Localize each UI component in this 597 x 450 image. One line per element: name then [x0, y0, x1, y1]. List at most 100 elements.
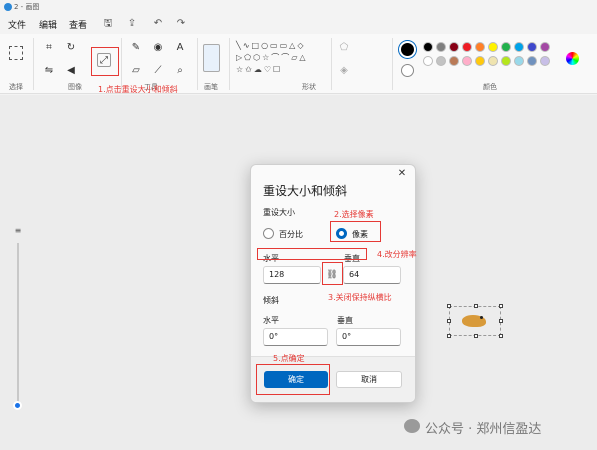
select-icon[interactable]: [9, 46, 23, 60]
palette-swatch[interactable]: [501, 56, 511, 66]
undo-icon[interactable]: ↶: [151, 17, 165, 31]
annotation-box-resolution: [257, 248, 367, 260]
divider: [121, 38, 122, 90]
color-palette[interactable]: [423, 42, 563, 82]
palette-swatch[interactable]: [514, 56, 524, 66]
menu-edit[interactable]: 编辑: [39, 18, 57, 31]
group-label-shapes: 形状: [302, 83, 316, 91]
zoom-slider-track[interactable]: [17, 243, 19, 403]
annotation-step1: 1.点击重设大小和倾斜: [98, 85, 178, 94]
edit-colors-icon[interactable]: [566, 52, 579, 65]
redo-icon[interactable]: ↷: [174, 17, 188, 31]
palette-swatch[interactable]: [449, 42, 459, 52]
resize-handle[interactable]: [474, 304, 478, 308]
menu-file[interactable]: 文件: [8, 18, 26, 31]
crop-icon[interactable]: ⌗: [42, 41, 56, 55]
zoom-slider-thumb[interactable]: [13, 401, 22, 410]
height-input[interactable]: 64: [343, 266, 401, 284]
resize-label: 重设大小: [263, 208, 295, 217]
percent-radio[interactable]: [263, 228, 274, 239]
annotation-box-link: [322, 262, 343, 285]
save-icon[interactable]: 🖫: [101, 17, 115, 31]
menu-view[interactable]: 查看: [69, 18, 87, 31]
divider: [33, 38, 34, 90]
palette-swatch[interactable]: [462, 56, 472, 66]
ribbon-toolbar: 选择 ⌗ ↻ ⇋ ◀ ⤢ 图像 ✎ ◉ A ▱ ⟋ ⌕ 工具 画笔 ╲∿□○▭▭…: [0, 34, 597, 94]
annotation-box-resize: [91, 47, 119, 76]
outline-icon: ⬠: [339, 42, 349, 53]
divider: [392, 38, 393, 90]
canvas-selection[interactable]: [447, 304, 503, 338]
group-label-image: 图像: [68, 83, 82, 91]
palette-swatch[interactable]: [436, 42, 446, 52]
resize-handle[interactable]: [499, 334, 503, 338]
divider: [197, 38, 198, 90]
divider: [229, 38, 230, 90]
skew-vertical-label: 垂直: [337, 316, 353, 325]
flip-icon[interactable]: ⇋: [42, 64, 56, 78]
window-title: 2 - 画图: [14, 3, 40, 11]
percent-label: 百分比: [279, 230, 303, 239]
resize-handle[interactable]: [447, 304, 451, 308]
resize-handle[interactable]: [447, 334, 451, 338]
fill-icon[interactable]: ◉: [151, 41, 165, 55]
eraser-icon[interactable]: ▱: [129, 64, 143, 78]
skew-horizontal-label: 水平: [263, 316, 279, 325]
annotation-step5: 5.点确定: [273, 354, 305, 363]
color-picker-icon[interactable]: ⟋: [151, 64, 165, 78]
dialog-title: 重设大小和倾斜: [263, 184, 348, 198]
annotation-step2: 2.选择像素: [334, 210, 374, 219]
watermark-text: 公众号 · 郑州信盈达: [425, 422, 542, 437]
zoom-icon: ≡: [14, 226, 22, 235]
group-label-brush: 画笔: [204, 83, 218, 91]
fill-shape-icon: ◈: [340, 65, 348, 76]
menu-bar: 文件 编辑 查看 🖫 ⇪ ↶ ↷: [0, 14, 597, 34]
color-2-swatch[interactable]: [401, 64, 414, 77]
flip-direction-icon[interactable]: ◀: [64, 64, 78, 78]
resize-handle[interactable]: [474, 334, 478, 338]
resize-handle[interactable]: [499, 304, 503, 308]
palette-swatch[interactable]: [475, 56, 485, 66]
palette-swatch[interactable]: [488, 42, 498, 52]
annotation-box-ok: [256, 364, 330, 395]
color-1-swatch[interactable]: [399, 41, 416, 58]
cancel-button[interactable]: 取消: [336, 371, 402, 388]
title-bar: 2 - 画图: [0, 0, 597, 14]
palette-swatch[interactable]: [423, 56, 433, 66]
palette-swatch[interactable]: [527, 42, 537, 52]
palette-swatch[interactable]: [423, 42, 433, 52]
annotation-step3: 3.关闭保持纵横比: [328, 293, 392, 302]
palette-swatch[interactable]: [527, 56, 537, 66]
rotate-icon[interactable]: ↻: [64, 41, 78, 55]
bird-eye: [480, 316, 483, 319]
resize-handle[interactable]: [499, 319, 503, 323]
group-label-select: 选择: [9, 83, 23, 91]
watermark-logo: [404, 419, 420, 433]
annotation-step4: 4.改分辨率: [377, 250, 417, 259]
palette-swatch[interactable]: [475, 42, 485, 52]
palette-swatch[interactable]: [436, 56, 446, 66]
brush-icon[interactable]: [203, 44, 220, 72]
palette-swatch[interactable]: [540, 56, 550, 66]
resize-handle[interactable]: [447, 319, 451, 323]
pencil-icon[interactable]: ✎: [129, 41, 143, 55]
shapes-gallery[interactable]: ╲∿□○▭▭△◇ ▷⬠⬡☆⌒⌒▱△ ☆✩☁♡☐: [236, 40, 326, 78]
group-label-colors: 颜色: [483, 83, 497, 91]
palette-swatch[interactable]: [462, 42, 472, 52]
palette-swatch[interactable]: [540, 42, 550, 52]
magnifier-icon[interactable]: ⌕: [173, 64, 187, 78]
palette-swatch[interactable]: [514, 42, 524, 52]
skew-label: 倾斜: [263, 296, 279, 305]
skew-horizontal-input[interactable]: 0°: [263, 328, 328, 346]
annotation-box-pixels: [330, 221, 381, 242]
divider: [331, 38, 332, 90]
share-icon[interactable]: ⇪: [125, 17, 139, 31]
text-icon[interactable]: A: [173, 41, 187, 55]
skew-vertical-input[interactable]: 0°: [336, 328, 401, 346]
palette-swatch[interactable]: [449, 56, 459, 66]
width-input[interactable]: 128: [263, 266, 321, 284]
palette-swatch[interactable]: [488, 56, 498, 66]
palette-swatch[interactable]: [501, 42, 511, 52]
paint-app-icon: [4, 3, 12, 11]
close-icon[interactable]: ✕: [395, 167, 409, 181]
